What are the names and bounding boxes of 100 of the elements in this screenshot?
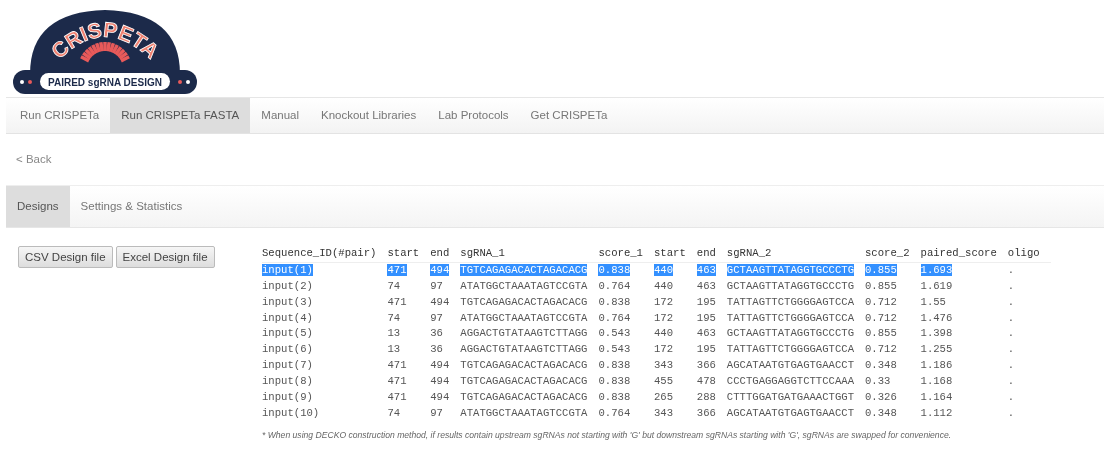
table-cell: 440 <box>654 262 697 279</box>
table-cell-text: ATATGGCTAAATAGTCCGTA <box>460 278 589 294</box>
column-header: oligo <box>1007 246 1051 263</box>
table-cell-text: input(5) <box>262 326 314 342</box>
table-cell-text: input(2) <box>262 278 314 294</box>
nav-tab[interactable]: Manual <box>250 98 310 133</box>
table-cell: 463 <box>696 262 727 279</box>
table-cell-text: 1.476 <box>920 310 954 326</box>
table-cell-text: . <box>1007 405 1016 421</box>
table-cell: 440 <box>654 278 697 295</box>
nav-tab[interactable]: Lab Protocols <box>427 98 520 133</box>
tab[interactable]: Designs <box>6 186 70 227</box>
table-cell: 172 <box>654 310 697 327</box>
table-cell: 195 <box>696 342 727 359</box>
table-cell: AGCATAATGTGAGTGAACCT <box>726 358 865 375</box>
table-cell-text: input(6) <box>262 342 314 358</box>
table-cell-text: AGGACTGTATAAGTCTTAGG <box>460 326 589 342</box>
table-cell-text: 13 <box>387 326 402 342</box>
column-header: score_2 <box>865 246 921 263</box>
table-cell-text: . <box>1007 342 1016 358</box>
column-header: sgRNA_2 <box>726 246 865 263</box>
footnote: * When using DECKO construction method, if results contain upstream sgRNAs not starting with 'G' but downstream sgRNAs starting with 'G', sgRNAs are swapped for convenience. <box>262 428 953 442</box>
table-cell: 0.543 <box>598 342 654 359</box>
table-cell: 463 <box>696 278 727 295</box>
table-cell-text: input(3) <box>262 294 314 310</box>
table-cell: 0.838 <box>598 390 654 406</box>
table-cell-text: . <box>1007 278 1016 294</box>
table-cell-text: ATATGGCTAAATAGTCCGTA <box>460 405 589 421</box>
table-cell: TATTAGTTCTGGGGAGTCCA <box>726 294 865 311</box>
table-cell: 0.326 <box>865 390 921 406</box>
nav-tab[interactable]: Run CRISPETa <box>6 98 111 133</box>
table-cell: 440 <box>654 326 697 343</box>
table-cell: 195 <box>696 294 727 311</box>
table-cell: 288 <box>696 390 727 406</box>
column-header: start <box>387 246 431 263</box>
table-cell-text: input(4) <box>262 310 314 326</box>
table-cell: 172 <box>654 294 697 311</box>
table-cell: 463 <box>696 326 727 343</box>
table-cell-text: . <box>1007 294 1016 310</box>
table-cell-text: input(10) <box>262 405 321 421</box>
table-cell: 0.855 <box>865 262 921 279</box>
table-cell: 494 <box>430 358 461 375</box>
table-cell: 455 <box>654 374 697 390</box>
column-header: start <box>654 246 697 263</box>
nav-tab[interactable]: Get CRISPETa <box>519 98 619 133</box>
table-cell: 97 <box>430 405 461 422</box>
tab[interactable]: Settings & Statistics <box>69 186 194 227</box>
table-cell: 471 <box>387 358 431 375</box>
table-cell-text: ATATGGCTAAATAGTCCGTA <box>460 310 589 326</box>
table-cell-text: 1.55 <box>920 294 947 310</box>
download-button[interactable]: CSV Design file <box>18 246 113 268</box>
table-cell: 0.764 <box>598 405 654 422</box>
table-cell-text: . <box>1007 358 1016 374</box>
table-cell: 195 <box>696 310 727 327</box>
table-cell-text: 1.398 <box>920 326 954 342</box>
table-cell: 471 <box>387 390 431 406</box>
column-header: Sequence_ID(#pair) <box>262 246 388 263</box>
table-cell: 1.693 <box>920 262 1008 279</box>
table-cell: 494 <box>430 374 461 390</box>
table-cell: AGCATAATGTGAGTGAACCT <box>726 405 865 422</box>
table-cell: . <box>1007 262 1051 279</box>
table-cell: 0.712 <box>865 310 921 327</box>
nav-tab[interactable]: Knockout Libraries <box>310 98 428 133</box>
table-cell: 0.348 <box>865 405 921 422</box>
table-cell-text: 1.255 <box>920 342 954 358</box>
table-cell-text: AGGACTGTATAAGTCTTAGG <box>460 342 589 358</box>
table-cell: CTTTGGATGATGAAACTGGT <box>726 390 865 406</box>
back-link[interactable]: < Back <box>16 150 52 169</box>
table-cell: TATTAGTTCTGGGGAGTCCA <box>726 310 865 327</box>
table-cell-text: . <box>1007 326 1016 342</box>
table-cell-text: input(8) <box>262 374 314 390</box>
table-cell: TATTAGTTCTGGGGAGTCCA <box>726 342 865 359</box>
column-header: paired_score <box>920 246 1008 263</box>
table-cell: 0.764 <box>598 310 654 327</box>
column-header: end <box>696 246 727 263</box>
table-cell: 343 <box>654 358 697 375</box>
table-cell-text: . <box>1007 390 1016 405</box>
table-cell-text: 13 <box>387 342 402 358</box>
download-button[interactable]: Excel Design file <box>115 246 215 268</box>
table-cell-text: . <box>1007 374 1016 390</box>
table-cell-text: input(9) <box>262 390 314 405</box>
table-cell: 494 <box>430 294 461 311</box>
table-cell: GCTAAGTTATAGGTGCCCTG <box>726 326 865 343</box>
nav-tab[interactable]: Run CRISPETa FASTA <box>110 98 251 133</box>
table-cell-text: 74 <box>387 278 402 294</box>
table-cell-text: 1.619 <box>920 278 954 294</box>
table-cell: 366 <box>696 405 727 422</box>
table-cell: 0.712 <box>865 342 921 359</box>
table-cell: 471 <box>387 374 431 390</box>
table-cell: 0.855 <box>865 326 921 343</box>
table-cell: 494 <box>430 390 461 406</box>
table-cell: 0.838 <box>598 262 654 279</box>
table-cell: input(1) <box>262 262 388 279</box>
table-cell: 97 <box>430 310 461 327</box>
table-cell: 265 <box>654 390 697 406</box>
table-cell: 0.838 <box>598 294 654 311</box>
table-cell: 36 <box>430 342 461 359</box>
table-cell: 36 <box>430 326 461 343</box>
table-cell-text: 1.164 <box>920 390 954 405</box>
table-cell: 471 <box>387 294 431 311</box>
